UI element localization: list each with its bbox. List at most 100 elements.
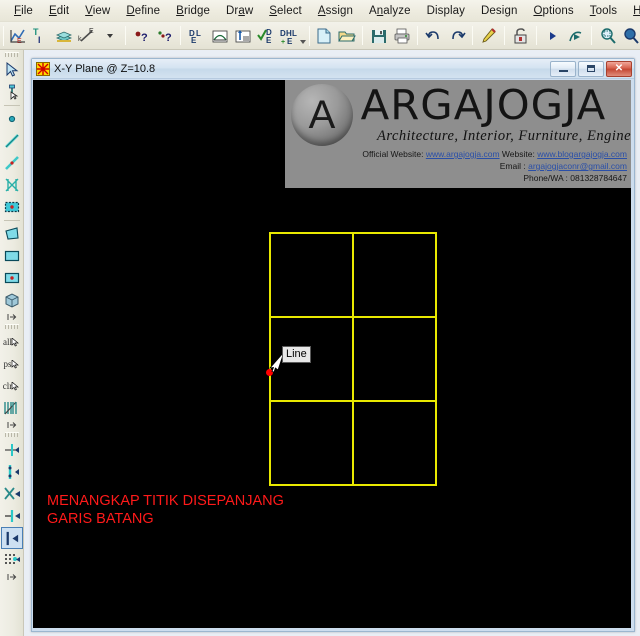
run-analysis-icon[interactable]: E xyxy=(6,24,29,47)
new-model-icon[interactable] xyxy=(312,24,335,47)
menu-design[interactable]: Design xyxy=(473,3,525,19)
undo-icon[interactable] xyxy=(422,24,445,47)
query-point-icon[interactable]: ? xyxy=(130,24,153,47)
clear-selection-icon[interactable]: clr xyxy=(1,375,23,397)
svg-text:E: E xyxy=(17,38,22,45)
zoom-full-icon[interactable] xyxy=(619,24,640,47)
section-cut-icon[interactable]: k E xyxy=(75,24,98,47)
minimize-icon xyxy=(558,70,568,72)
left-toolbar-grip-3[interactable] xyxy=(4,432,19,437)
email-label: Email : xyxy=(499,161,526,172)
argajogja-logo-letter: A xyxy=(308,93,336,137)
toolbar-separator xyxy=(504,26,505,45)
snap-to-intersection-icon[interactable] xyxy=(1,483,23,505)
select-all-icon[interactable]: all xyxy=(1,331,23,353)
draw-rect-area-icon[interactable] xyxy=(1,245,23,267)
menu-bridge[interactable]: Bridge xyxy=(168,3,218,19)
lock-unlock-icon[interactable] xyxy=(509,24,532,47)
zoom-window-icon[interactable] xyxy=(596,24,619,47)
website-label: Website: xyxy=(501,149,535,159)
save-icon[interactable] xyxy=(367,24,390,47)
view-window-titlebar[interactable]: X-Y Plane @ Z=10.8 ✕ xyxy=(32,59,634,79)
left-toolbar-overflow-2[interactable] xyxy=(4,419,20,431)
draw-frame-icon[interactable] xyxy=(1,130,23,152)
menu-assign[interactable]: Assign xyxy=(310,3,361,19)
define-load-icon[interactable]: D L E xyxy=(185,24,208,47)
check-design-icon[interactable]: D E xyxy=(254,24,277,47)
svg-text:E: E xyxy=(287,37,293,45)
snap-to-point-icon[interactable] xyxy=(1,439,23,461)
minimize-button[interactable] xyxy=(550,60,576,77)
dropdown-arrow-icon[interactable] xyxy=(98,24,121,47)
official-website-link[interactable]: www.argajogja.com xyxy=(426,149,500,159)
snap-to-fine-grid-icon[interactable] xyxy=(1,549,23,571)
draw-solid-icon[interactable] xyxy=(1,289,23,311)
set-display-options-icon[interactable]: T I xyxy=(29,24,52,47)
window-controls: ✕ xyxy=(550,60,632,77)
restore-view-icon[interactable] xyxy=(1,397,23,419)
svg-text:E: E xyxy=(89,28,94,35)
left-toolbar-overflow-3[interactable] xyxy=(4,571,20,583)
layers-icon[interactable] xyxy=(52,24,75,47)
quick-draw-frame-icon[interactable] xyxy=(1,152,23,174)
view-window-title: X-Y Plane @ Z=10.8 xyxy=(54,62,156,75)
bridge-section-icon[interactable] xyxy=(231,24,254,47)
email-link[interactable]: argajogjaconr@gmail.com xyxy=(528,161,627,171)
svg-text:?: ? xyxy=(141,32,148,44)
left-toolbar-overflow-1[interactable] xyxy=(4,311,20,323)
menu-display[interactable]: Display xyxy=(419,3,473,19)
run-analysis-now-icon[interactable] xyxy=(564,24,587,47)
snap-to-midpoint-icon[interactable] xyxy=(1,461,23,483)
quick-draw-area-icon[interactable] xyxy=(1,267,23,289)
menu-tools[interactable]: Tools xyxy=(582,3,625,19)
official-website-label: Official Website: xyxy=(362,149,424,159)
left-toolbar-grip[interactable] xyxy=(4,52,19,57)
draw-poly-area-icon[interactable] xyxy=(1,223,23,245)
menu-analyze[interactable]: Analyze xyxy=(361,3,419,19)
draw-select-toolbar: all ps clr xyxy=(0,50,24,636)
menu-edit[interactable]: Edit xyxy=(41,3,77,19)
menu-define[interactable]: Define xyxy=(118,3,168,19)
toolbar-separator xyxy=(362,26,363,45)
snap-to-line-icon[interactable] xyxy=(0,527,23,549)
close-icon: ✕ xyxy=(614,63,624,74)
open-file-icon[interactable] xyxy=(335,24,358,47)
redo-icon[interactable] xyxy=(445,24,468,47)
quick-draw-braces-icon[interactable] xyxy=(1,174,23,196)
quick-draw-secondary-icon[interactable] xyxy=(1,196,23,218)
sap2000-window-icon xyxy=(36,61,50,76)
close-button[interactable]: ✕ xyxy=(606,60,632,77)
toolbar-grip[interactable] xyxy=(3,25,4,46)
reshape-element-icon[interactable] xyxy=(1,81,23,103)
annotation-note: MENANGKAP TITIK DISEPANJANG GARIS BATANG xyxy=(47,493,284,527)
maximize-button[interactable] xyxy=(578,60,604,77)
toolbar-separator xyxy=(536,26,537,45)
svg-text:L: L xyxy=(292,29,297,38)
left-toolbar-grip-2[interactable] xyxy=(4,324,19,329)
draw-point-icon[interactable] xyxy=(1,108,23,130)
snap-perpendicular-icon[interactable] xyxy=(1,505,23,527)
toolbar-grip-2[interactable] xyxy=(309,25,310,46)
sap2000-application-window: File Edit View Define Bridge Draw Select… xyxy=(0,0,640,636)
menu-options[interactable]: Options xyxy=(525,3,581,19)
model-canvas[interactable]: A ARGAJOGJA Architecture, Interior, Furn… xyxy=(33,80,631,628)
menu-select[interactable]: Select xyxy=(261,3,310,19)
toolbar-overflow-button[interactable] xyxy=(300,25,306,47)
blog-website-link[interactable]: www.blogargajogja.com xyxy=(537,149,627,159)
menu-help[interactable]: Help xyxy=(625,3,640,19)
run-arrow-icon[interactable] xyxy=(541,24,564,47)
edit-pencil-icon[interactable] xyxy=(477,24,500,47)
svg-text:I: I xyxy=(38,35,41,45)
menu-draw[interactable]: Draw xyxy=(218,3,261,19)
pointer-select-icon[interactable] xyxy=(1,59,23,81)
print-icon[interactable] xyxy=(390,24,413,47)
bridge-object-icon[interactable] xyxy=(208,24,231,47)
grid-line-vertical xyxy=(352,232,354,486)
query-info-icon[interactable]: ? xyxy=(153,24,176,47)
menu-file[interactable]: File xyxy=(6,3,41,19)
toolbar-separator xyxy=(417,26,418,45)
get-previous-selection-icon[interactable]: ps xyxy=(1,353,23,375)
grid-line-vertical xyxy=(435,232,437,486)
menu-view[interactable]: View xyxy=(77,3,118,19)
design-load-icon[interactable]: D H L + E xyxy=(277,24,300,47)
